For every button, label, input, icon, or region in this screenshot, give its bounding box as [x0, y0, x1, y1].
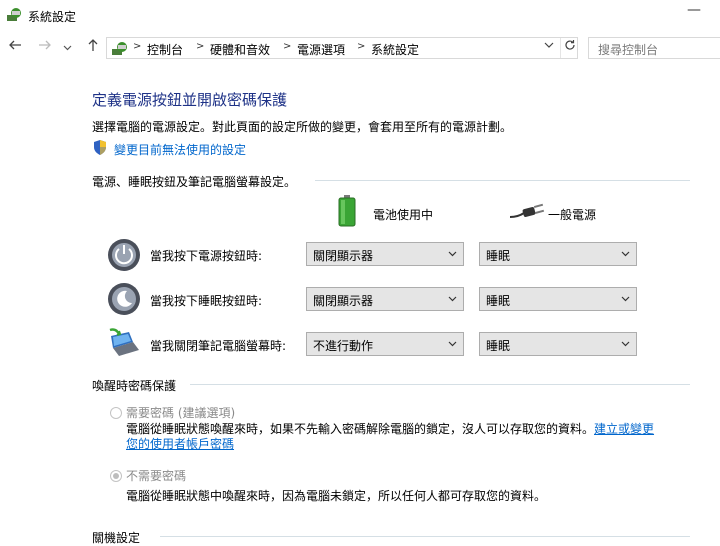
sleep-button-battery-select[interactable]: 關閉顯示器	[306, 287, 464, 311]
control-panel-icon	[112, 42, 127, 55]
require-password-text: 電腦從睡眠狀態喚醒來時，如果不先輸入密碼解除電腦的鎖定，沒人可以存取您的資料。	[126, 422, 595, 436]
address-bar[interactable]: > 控制台 > 硬體和音效 > 電源選項 > 系統設定	[106, 37, 578, 59]
lid-close-plugged-select[interactable]: 睡眠	[479, 332, 637, 356]
power-plug-icon	[510, 203, 545, 218]
page-title: 定義電源按鈕並開啟密碼保護	[92, 91, 288, 109]
require-password-description: 電腦從睡眠狀態喚醒來時，如果不先輸入密碼解除電腦的鎖定，沒人可以存取您的資料。建…	[126, 422, 686, 452]
recent-locations-button[interactable]	[60, 38, 74, 58]
section-title-power-buttons: 電源、睡眠按鈕及筆記電腦螢幕設定。	[92, 175, 297, 189]
power-button-plugged-select[interactable]: 睡眠	[479, 242, 637, 266]
lid-close-label: 當我關閉筆記電腦螢幕時:	[150, 339, 287, 353]
laptop-lid-icon	[109, 328, 139, 356]
selected-value: 關閉顯示器	[313, 294, 374, 308]
section-title-wakeup-password: 喚醒時密碼保護	[92, 379, 177, 393]
breadcrumb-system-settings[interactable]: 系統設定	[371, 41, 419, 58]
chevron-down-icon	[448, 251, 457, 257]
breadcrumb-separator-icon: >	[283, 41, 292, 52]
section-divider	[315, 180, 690, 181]
no-password-radio[interactable]	[110, 470, 122, 482]
breadcrumb-hardware-sound[interactable]: 硬體和音效	[210, 41, 270, 58]
require-password-radio[interactable]	[110, 407, 122, 419]
search-input[interactable]: 搜尋控制台	[588, 37, 720, 59]
title-bar: 系統設定 —	[0, 0, 720, 32]
power-button-battery-select[interactable]: 關閉顯示器	[306, 242, 464, 266]
address-history-button[interactable]	[541, 39, 557, 57]
forward-arrow-icon	[39, 40, 51, 50]
breadcrumb-separator-icon: >	[357, 41, 366, 52]
sleep-button-label: 當我按下睡眠按鈕時:	[150, 294, 263, 308]
breadcrumb-separator-icon: >	[196, 41, 205, 52]
chevron-down-icon	[621, 296, 630, 302]
change-unavailable-settings-link[interactable]: 變更目前無法使用的設定	[114, 141, 246, 158]
chevron-down-icon	[544, 42, 554, 48]
forward-button[interactable]	[36, 38, 54, 58]
power-button-label: 當我按下電源按鈕時:	[150, 249, 263, 263]
column-header-battery: 電池使用中	[373, 208, 434, 222]
column-header-plugged-in: 一般電源	[548, 208, 597, 222]
user-account-password-link[interactable]: 您的使用者帳戶密碼	[126, 437, 234, 451]
section-divider	[190, 384, 690, 385]
refresh-icon	[565, 40, 575, 50]
selected-value: 睡眠	[486, 339, 511, 353]
section-title-shutdown-settings: 關機設定	[92, 531, 141, 545]
back-button[interactable]	[6, 38, 24, 58]
selected-value: 睡眠	[486, 249, 511, 263]
power-options-icon	[7, 8, 21, 21]
chevron-down-icon	[621, 341, 630, 347]
require-password-label: 需要密碼 (建議選項)	[126, 406, 236, 420]
breadcrumb-power-options[interactable]: 電源選項	[297, 41, 345, 58]
battery-icon	[338, 195, 356, 227]
chevron-down-icon	[621, 251, 630, 257]
selected-value: 不進行動作	[313, 339, 374, 353]
up-button[interactable]	[84, 38, 102, 58]
refresh-button[interactable]	[560, 38, 579, 58]
up-arrow-icon	[88, 39, 98, 51]
create-change-password-link[interactable]: 建立或變更	[594, 422, 654, 436]
breadcrumb-control-panel[interactable]: 控制台	[147, 41, 183, 58]
sleep-button-icon	[108, 283, 140, 315]
selected-value: 睡眠	[486, 294, 511, 308]
back-arrow-icon	[9, 40, 21, 50]
section-divider	[160, 536, 690, 537]
uac-shield-icon	[94, 140, 106, 155]
no-password-label: 不需要密碼	[126, 469, 187, 483]
chevron-down-icon	[63, 45, 71, 51]
chevron-down-icon	[448, 296, 457, 302]
power-button-icon	[108, 239, 140, 271]
minimize-button[interactable]: —	[684, 2, 704, 26]
sleep-button-plugged-select[interactable]: 睡眠	[479, 287, 637, 311]
window-title: 系統設定	[28, 10, 77, 24]
chevron-down-icon	[448, 341, 457, 347]
no-password-description: 電腦從睡眠狀態中喚醒來時，因為電腦未鎖定，所以任何人都可存取您的資料。	[126, 489, 547, 503]
selected-value: 關閉顯示器	[313, 249, 374, 263]
breadcrumb-separator-icon: >	[133, 41, 142, 52]
page-description: 選擇電腦的電源設定。對此頁面的設定所做的變更，會套用至所有的電源計劃。	[92, 120, 513, 134]
lid-close-battery-select[interactable]: 不進行動作	[306, 332, 464, 356]
